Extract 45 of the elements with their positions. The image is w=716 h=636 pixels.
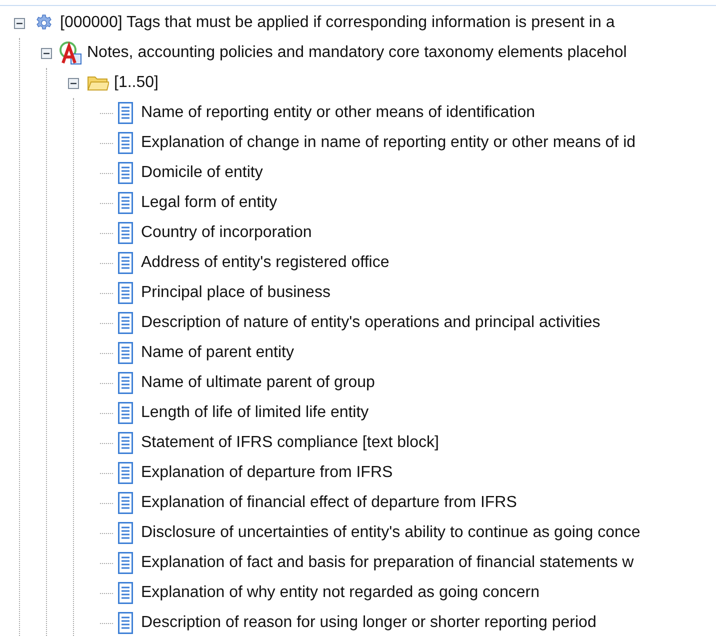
collapse-toggle[interactable] — [68, 78, 78, 88]
tree-node-label[interactable]: [1..50] — [114, 71, 158, 95]
document-icon — [118, 252, 132, 274]
document-icon — [118, 162, 132, 184]
document-icon — [118, 312, 132, 334]
tree-node-label[interactable]: Disclosure of uncertainties of entity's ability to continue as going conce — [141, 521, 640, 545]
document-icon — [118, 372, 132, 394]
document-icon — [118, 612, 132, 634]
document-icon — [118, 132, 132, 154]
tree-node-label[interactable]: Name of parent entity — [141, 341, 294, 365]
document-icon — [118, 492, 132, 514]
document-icon — [118, 582, 132, 604]
tree-node-label[interactable]: Legal form of entity — [141, 191, 278, 215]
tree-node-label[interactable]: Notes, accounting policies and mandatory core taxonomy elements placehol — [87, 41, 627, 65]
tree-node-label[interactable]: Country of incorporation — [141, 221, 312, 245]
tree-node-label[interactable]: Name of ultimate parent of group — [141, 371, 375, 395]
tree-node-label[interactable]: Explanation of departure from IFRS — [141, 461, 393, 485]
document-icon — [118, 432, 132, 454]
collapse-toggle[interactable] — [40, 48, 52, 58]
tree-node-label[interactable]: Address of entity's registered office — [141, 251, 390, 275]
document-icon — [118, 402, 132, 424]
tree-node-label[interactable]: Explanation of change in name of reporting entity or other means of id — [141, 131, 636, 155]
tree-node-label[interactable]: Principal place of business — [141, 281, 330, 305]
tree-node-label[interactable]: Length of life of limited life entity — [141, 401, 369, 425]
document-icon — [118, 192, 132, 214]
document-icon — [118, 102, 132, 124]
document-icon — [118, 522, 132, 544]
tree-node-label[interactable]: Name of reporting entity or other means of identification — [141, 101, 535, 125]
folder-icon — [87, 74, 109, 92]
tree-node-label[interactable]: Description of reason for using longer or shorter reporting period — [141, 611, 596, 635]
tree-node-label[interactable]: Domicile of entity — [141, 161, 263, 185]
tree-node-label[interactable]: [000000] Tags that must be applied if corresponding information is present in a — [60, 11, 615, 35]
document-icon — [118, 342, 132, 364]
tree-node-label[interactable]: Statement of IFRS compliance [text block] — [141, 431, 439, 455]
document-icon — [118, 552, 132, 574]
gear-icon — [35, 14, 53, 32]
document-icon — [118, 282, 132, 304]
tree-node-label[interactable]: Description of nature of entity's operations and principal activities — [141, 311, 600, 335]
abstract-icon — [59, 41, 83, 65]
tree-node-label[interactable]: Explanation of fact and basis for preparation of financial statements w — [141, 551, 634, 575]
document-icon — [118, 462, 132, 484]
tree-node-label[interactable]: Explanation of financial effect of departure from IFRS — [141, 491, 517, 515]
tree-node-label[interactable]: Explanation of why entity not regarded as going concern — [141, 581, 540, 605]
collapse-toggle[interactable] — [14, 18, 24, 28]
document-icon — [118, 222, 132, 244]
